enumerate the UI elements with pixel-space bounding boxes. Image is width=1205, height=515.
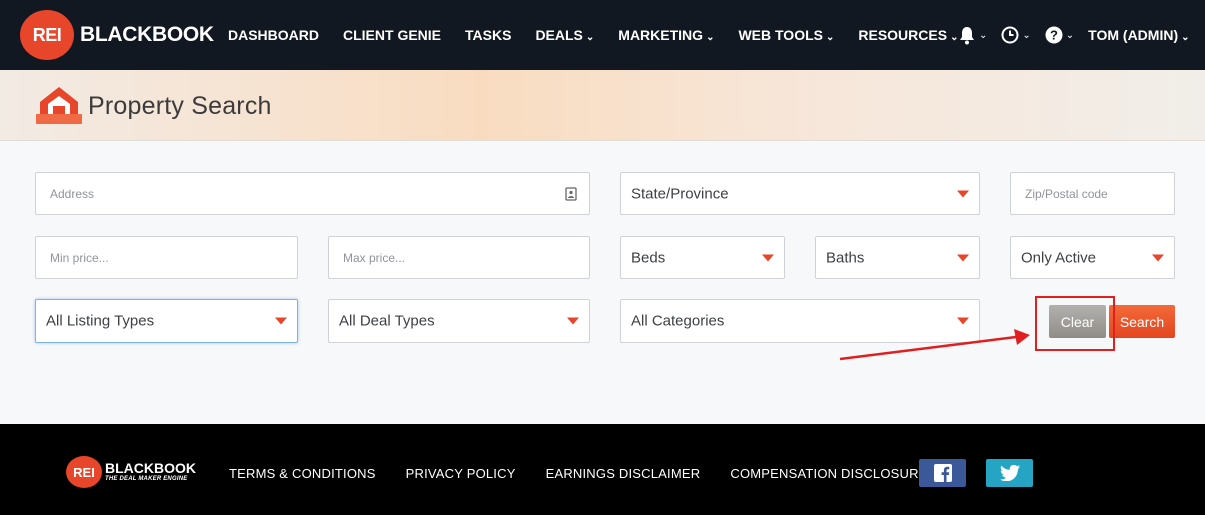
listing-types-value: All Listing Types (46, 312, 155, 330)
nav-dashboard-label: DASHBOARD (228, 27, 319, 43)
caret-down-icon (567, 317, 579, 325)
page-header-banner: Property Search (0, 70, 1205, 141)
chevron-down-icon: ⌄ (1181, 32, 1190, 43)
deal-types-value: All Deal Types (339, 312, 435, 330)
twitter-icon (999, 465, 1020, 481)
chevron-down-icon: ⌄ (706, 32, 715, 43)
footer-link-earnings[interactable]: EARNINGS DISCLAIMER (546, 466, 701, 481)
help-menu[interactable]: ? ⌄ (1045, 26, 1074, 44)
twitter-button[interactable] (986, 459, 1033, 487)
bell-icon (960, 26, 974, 44)
logo-text: BLACKBOOK (80, 23, 214, 46)
zip-input[interactable]: Zip/Postal code (1010, 172, 1175, 215)
page-title: Property Search (88, 92, 272, 120)
address-book-icon (565, 186, 577, 201)
chevron-down-icon: ⌄ (825, 32, 835, 43)
footer-logo-text: BLACKBOOK (105, 460, 196, 476)
top-navbar: REI BLACKBOOK DASHBOARD CLIENT GENIE TAS… (0, 0, 1205, 70)
nav-marketing[interactable]: MARKETING ⌄ (618, 27, 714, 43)
categories-value: All Categories (631, 312, 725, 330)
nav-utilities: ⌄ ⌄ ? ⌄ TOM (ADMIN) ⌄ (958, 0, 1190, 70)
user-menu[interactable]: TOM (ADMIN) ⌄ (1088, 27, 1189, 43)
min-price-input[interactable]: Min price... (35, 236, 298, 279)
chevron-down-icon: ⌄ (979, 29, 988, 41)
caret-down-icon (957, 254, 969, 261)
caret-down-icon (1152, 254, 1164, 261)
listing-types-select[interactable]: All Listing Types (35, 299, 298, 343)
nav-client-genie-label: CLIENT GENIE (343, 27, 442, 43)
nav-resources-label: RESOURCES (858, 27, 948, 43)
beds-select-value: Beds (631, 249, 666, 266)
nav-dashboard[interactable]: DASHBOARD (228, 27, 319, 43)
status-select-value: Only Active (1021, 249, 1097, 266)
nav-deals-label: DEALS (535, 27, 583, 43)
address-placeholder: Address (50, 186, 95, 201)
footer-link-terms[interactable]: TERMS & CONDITIONS (229, 466, 376, 481)
help-icon: ? (1045, 26, 1063, 44)
nav-web-tools[interactable]: WEB TOOLS ⌄ (738, 27, 834, 43)
footer: REI BLACKBOOK THE DEAL MAKER ENGINE TERM… (0, 424, 1205, 515)
footer-logo[interactable]: REI BLACKBOOK THE DEAL MAKER ENGINE (66, 456, 196, 488)
deal-types-select[interactable]: All Deal Types (328, 299, 590, 343)
nav-deals[interactable]: DEALS ⌄ (535, 27, 594, 43)
annotation-highlight-box (1035, 296, 1115, 351)
chevron-down-icon: ⌄ (1022, 29, 1031, 41)
nav-tasks-label: TASKS (465, 27, 512, 43)
max-price-placeholder: Max price... (343, 250, 406, 265)
min-price-placeholder: Min price... (50, 250, 109, 265)
search-button[interactable]: Search (1109, 305, 1175, 338)
beds-select[interactable]: Beds (620, 236, 785, 279)
footer-logo-tagline: THE DEAL MAKER ENGINE (105, 476, 188, 482)
chevron-down-icon: ⌄ (585, 32, 595, 43)
address-input[interactable]: Address (35, 172, 590, 215)
facebook-button[interactable] (919, 459, 966, 487)
logo-badge: REI (20, 10, 74, 60)
footer-logo-badge: REI (66, 456, 102, 488)
caret-down-icon (275, 317, 287, 325)
footer-logo-wordmark: BLACKBOOK THE DEAL MAKER ENGINE (105, 461, 196, 483)
caret-down-icon (957, 190, 969, 197)
history-menu[interactable]: ⌄ (1001, 26, 1031, 44)
state-select-value: State/Province (631, 185, 729, 202)
zip-placeholder: Zip/Postal code (1025, 186, 1108, 201)
property-search-icon (36, 87, 82, 124)
brand-logo[interactable]: REI BLACKBOOK (20, 10, 214, 60)
nav-client-genie[interactable]: CLIENT GENIE (343, 27, 441, 43)
nav-tasks[interactable]: TASKS (465, 27, 511, 43)
chevron-down-icon: ⌄ (1065, 29, 1075, 41)
footer-link-privacy[interactable]: PRIVACY POLICY (406, 466, 516, 481)
status-select[interactable]: Only Active (1010, 236, 1175, 279)
main-menu: DASHBOARD CLIENT GENIE TASKS DEALS ⌄ MARK… (228, 0, 982, 70)
footer-link-compensation[interactable]: COMPENSATION DISCLOSURE (730, 466, 927, 481)
footer-links: TERMS & CONDITIONS PRIVACY POLICY EARNIN… (229, 466, 958, 481)
annotation-arrow (839, 329, 1030, 361)
user-name: TOM (ADMIN) (1088, 27, 1179, 43)
facebook-icon (933, 464, 952, 482)
state-select[interactable]: State/Province (620, 172, 980, 215)
nav-resources[interactable]: RESOURCES ⌄ (858, 27, 958, 43)
nav-web-tools-label: WEB TOOLS (738, 27, 823, 43)
max-price-input[interactable]: Max price... (328, 236, 590, 279)
baths-select[interactable]: Baths (815, 236, 980, 279)
clock-icon (1001, 26, 1019, 44)
notifications-menu[interactable]: ⌄ (958, 26, 987, 45)
baths-select-value: Baths (826, 249, 865, 266)
svg-text:?: ? (1050, 28, 1058, 43)
nav-marketing-label: MARKETING (618, 27, 704, 43)
caret-down-icon (762, 254, 774, 261)
